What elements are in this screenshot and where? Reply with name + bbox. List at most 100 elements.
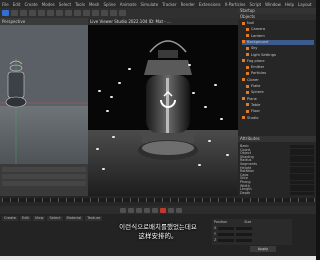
menu-item[interactable]: Mesh xyxy=(89,2,100,7)
lantern-wireframe xyxy=(0,58,88,164)
material-menu-item[interactable]: Texture xyxy=(85,216,103,221)
object-list-item[interactable]: Table xyxy=(246,103,318,108)
right-panel: Startup Objects Null Camera Lantern Backgro… xyxy=(238,8,316,196)
menu-item[interactable]: Select xyxy=(59,2,71,7)
left-viewport[interactable]: Perspective xyxy=(0,18,88,196)
object-list-item[interactable]: Particles xyxy=(246,71,318,76)
particle xyxy=(128,68,131,70)
scale-tool-button[interactable] xyxy=(29,10,36,16)
generator-tool-button[interactable] xyxy=(92,10,99,16)
object-type-icon xyxy=(242,59,245,63)
timeline-tick xyxy=(114,198,115,202)
menu-item[interactable]: Spline xyxy=(103,2,115,7)
menu-item[interactable]: Modes xyxy=(42,2,55,7)
object-list-item[interactable]: Light Settings xyxy=(246,53,318,58)
attribute-label: Depth xyxy=(240,190,251,195)
move-tool-button[interactable] xyxy=(20,10,27,16)
material-menu-item[interactable]: Select xyxy=(47,216,63,221)
render-button[interactable] xyxy=(56,10,63,16)
camera-tool-button[interactable] xyxy=(110,10,117,16)
autokey-button[interactable] xyxy=(168,207,174,213)
object-type-icon xyxy=(246,53,249,56)
menu-item[interactable]: Layout xyxy=(298,2,312,7)
timeline-tick xyxy=(106,198,107,202)
play-button[interactable] xyxy=(136,207,142,213)
object-label: Lantern xyxy=(251,33,265,38)
timeline-tick xyxy=(146,198,147,202)
timeline-tick xyxy=(18,198,19,202)
timeline-tick xyxy=(258,198,259,202)
object-type-icon xyxy=(246,27,249,31)
object-list-item[interactable]: Lantern xyxy=(246,34,318,39)
go-to-start-button[interactable] xyxy=(120,207,126,213)
rotate-tool-button[interactable] xyxy=(38,10,45,16)
timeline-tick xyxy=(202,198,203,202)
object-label: Null xyxy=(247,21,254,25)
timeline-tick xyxy=(98,198,99,202)
menu-item[interactable]: Window xyxy=(265,2,281,7)
timeline-tick xyxy=(130,198,131,202)
menu-item[interactable]: X-Particles xyxy=(225,2,246,7)
step-back-button[interactable] xyxy=(128,207,134,213)
cube-tool-button[interactable] xyxy=(74,10,81,16)
material-menu-item[interactable]: Material xyxy=(64,216,84,221)
light-tool-button[interactable] xyxy=(119,10,126,16)
object-list-item[interactable]: Cloner xyxy=(242,78,314,83)
timeline-tick xyxy=(170,198,171,202)
object-list-item[interactable]: Sphere xyxy=(246,90,318,95)
attribute-value-field[interactable] xyxy=(290,191,314,195)
menu-item[interactable]: Extensions xyxy=(199,2,221,7)
object-list-item[interactable]: Flake xyxy=(246,84,318,89)
select-tool-button[interactable] xyxy=(47,10,54,16)
record-button[interactable] xyxy=(160,207,166,213)
timeline-tick xyxy=(122,198,123,202)
particle xyxy=(118,82,121,84)
keyframe-button[interactable] xyxy=(176,207,182,213)
menu-item[interactable]: Simulate xyxy=(141,2,159,7)
undo-button[interactable] xyxy=(2,10,9,16)
timeline-tick xyxy=(162,198,163,202)
step-forward-button[interactable] xyxy=(144,207,150,213)
menu-item[interactable]: File xyxy=(2,2,9,7)
object-list-item[interactable]: Emitter xyxy=(246,65,318,70)
particle xyxy=(106,110,109,112)
particle xyxy=(220,118,223,120)
material-menu-item[interactable]: Create xyxy=(2,216,18,221)
menu-item[interactable]: Edit xyxy=(13,2,21,7)
spline-tool-button[interactable] xyxy=(83,10,90,16)
menu-item[interactable]: Tracker xyxy=(162,2,176,7)
deformer-tool-button[interactable] xyxy=(101,10,108,16)
video-subtitles: 이런식으로배치를했었는데요 这样安排的。 xyxy=(0,223,316,241)
particle xyxy=(110,96,113,98)
menu-item[interactable]: Help xyxy=(285,2,294,7)
menu-item[interactable]: Tools xyxy=(75,2,85,7)
timeline-tick xyxy=(90,198,91,202)
timeline-tick xyxy=(186,198,187,202)
object-list-item[interactable]: Plane xyxy=(242,97,314,102)
timeline-tick xyxy=(178,198,179,202)
object-label: Studio xyxy=(247,115,259,120)
object-list-item[interactable]: Floor xyxy=(246,109,318,114)
menu-item[interactable]: Render xyxy=(181,2,195,7)
object-list-item[interactable]: Camera xyxy=(246,27,318,32)
menu-item[interactable]: Animate xyxy=(120,2,137,7)
left-viewport-title: Perspective xyxy=(0,18,88,25)
panel-row xyxy=(2,181,86,186)
object-list-item[interactable]: Null xyxy=(242,21,314,26)
object-list-item[interactable]: Fog plane xyxy=(242,59,314,64)
render-viewport[interactable]: Live Viewer Studio 2022.104 ID: Mat - ..… xyxy=(88,18,238,196)
apply-button[interactable]: Apply xyxy=(250,246,276,252)
material-menu-item[interactable]: View xyxy=(32,216,46,221)
material-menu-item[interactable]: Edit xyxy=(19,216,31,221)
object-list-item[interactable]: Studio xyxy=(242,116,314,121)
object-list-item[interactable]: Sky xyxy=(246,46,318,51)
menu-item[interactable]: Script xyxy=(250,2,262,7)
redo-button[interactable] xyxy=(11,10,18,16)
object-list-item[interactable]: Background xyxy=(242,39,314,45)
particle xyxy=(208,140,211,142)
go-to-end-button[interactable] xyxy=(152,207,158,213)
left-lower-panel xyxy=(0,164,88,196)
render-settings-button[interactable] xyxy=(65,10,72,16)
menu-item[interactable]: Create xyxy=(24,2,37,7)
timeline-ruler[interactable] xyxy=(2,198,315,202)
